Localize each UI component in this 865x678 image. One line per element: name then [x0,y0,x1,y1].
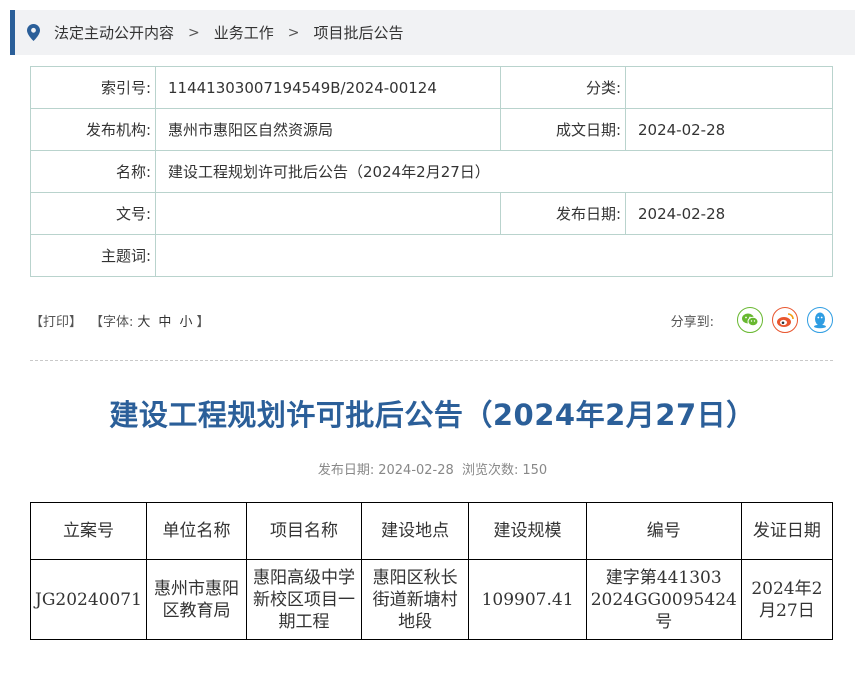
breadcrumb: 法定主动公开内容 > 业务工作 > 项目批后公告 [10,10,855,55]
index-label: 索引号: [30,66,156,109]
info-row-publisher: 发布机构: 惠州市惠阳区自然资源局 成文日期: 2024-02-28 [30,108,833,151]
category-value [625,66,833,109]
permit-table: 立案号 单位名称 项目名称 建设地点 建设规模 编号 发证日期 JG202400… [30,502,834,640]
keywords-value [155,234,833,277]
header-scale: 建设规模 [468,502,587,560]
weibo-share-button[interactable] [772,307,798,333]
weibo-icon [777,313,794,327]
created-date-value: 2024-02-28 [625,108,833,151]
table-row: JG20240071 惠州市惠阳区教育局 惠阳高级中学新校区项目一期工程 惠阳区… [30,559,834,640]
qq-share-button[interactable] [807,307,833,333]
header-location: 建设地点 [360,502,470,560]
location-pin-icon [27,24,40,41]
category-label: 分类: [500,66,626,109]
font-size-label: 【字体: [90,314,134,330]
cell-scale: 109907.41 [468,559,587,640]
pubdate-value: 2024-02-28 [625,192,833,235]
table-header-row: 立案号 单位名称 项目名称 建设地点 建设规模 编号 发证日期 [30,502,834,560]
docno-label: 文号: [30,192,156,235]
docno-value [155,192,501,235]
header-issue-date: 发证日期 [740,502,834,560]
header-case-no: 立案号 [30,502,147,560]
info-row-name: 名称: 建设工程规划许可批后公告（2024年2月27日） [30,150,833,193]
info-row-keywords: 主题词: [30,234,833,277]
wechat-share-button[interactable] [737,307,763,333]
meta-pubdate-value: 2024-02-28 [378,463,454,478]
cell-project-name: 惠阳高级中学新校区项目一期工程 [246,559,362,640]
qq-icon [814,312,826,329]
share-group: 分享到: [671,307,833,333]
index-value: 11441303007194549B/2024-00124 [155,66,501,109]
cell-unit-name: 惠州市惠阳区教育局 [145,559,248,640]
article-meta: 发布日期: 2024-02-28 浏览次数: 150 [0,459,865,478]
name-label: 名称: [30,150,156,193]
meta-views-value: 150 [522,463,548,478]
print-button[interactable]: 【打印】 [30,311,82,330]
content-divider [30,360,833,361]
font-large-button[interactable]: 大 [137,311,150,330]
breadcrumb-item-public-content[interactable]: 法定主动公开内容 [54,22,174,43]
chevron-right-icon: > [287,24,300,41]
wechat-icon [742,313,759,327]
publisher-value: 惠州市惠阳区自然资源局 [155,108,501,151]
document-info-table: 索引号: 11441303007194549B/2024-00124 分类: 发… [30,66,833,277]
header-unit-name: 单位名称 [145,502,248,560]
font-small-button[interactable]: 小 [179,311,192,330]
cell-location: 惠阳区秋长街道新塘村地段 [360,559,470,640]
pubdate-label: 发布日期: [500,192,626,235]
info-row-index: 索引号: 11441303007194549B/2024-00124 分类: [30,66,833,109]
meta-pubdate-label: 发布日期: [317,463,375,478]
name-value: 建设工程规划许可批后公告（2024年2月27日） [155,150,833,193]
header-project-name: 项目名称 [246,502,362,560]
publisher-label: 发布机构: [30,108,156,151]
cell-case-no: JG20240071 [30,559,147,640]
font-size-bracket: 】 [196,314,210,330]
info-row-docno: 文号: 发布日期: 2024-02-28 [30,192,833,235]
created-date-label: 成文日期: [500,108,626,151]
header-number: 编号 [585,502,742,560]
chevron-right-icon: > [188,24,200,41]
share-label: 分享到: [670,314,714,330]
meta-views-label: 浏览次数: [461,463,519,478]
keywords-label: 主题词: [30,234,156,277]
cell-number: 建字第441303 2024GG0095424号 [585,559,742,640]
article-toolbar: 【打印】 【字体: 大 中 小 】 分享到: [30,300,833,340]
breadcrumb-item-business[interactable]: 业务工作 [214,22,274,43]
font-medium-button[interactable]: 中 [158,311,171,330]
cell-issue-date: 2024年2月27日 [740,559,834,640]
breadcrumb-item-announcement[interactable]: 项目批后公告 [314,22,404,43]
article-title: 建设工程规划许可批后公告（2024年2月27日） [109,398,756,432]
